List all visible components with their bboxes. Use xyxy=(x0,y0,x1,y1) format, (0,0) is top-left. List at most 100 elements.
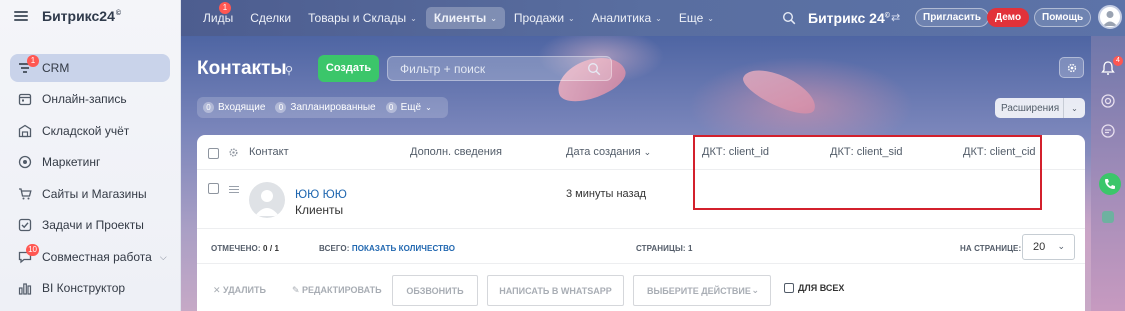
target-icon[interactable] xyxy=(1100,93,1116,109)
nav-item-sales[interactable]: Продажи ⌄ xyxy=(506,7,583,29)
chevron-down-icon: ⌄ xyxy=(410,13,417,23)
sidebar: Битрикс24© 1 CRM Онлайн-запись Складской… xyxy=(0,0,181,311)
gear-icon[interactable] xyxy=(228,147,239,158)
bar-chart-icon xyxy=(18,281,32,295)
per-page-value: 20 xyxy=(1033,241,1046,253)
grid-footer: ОТМЕЧЕНО: 0 / 1 ВСЕГО: ПОКАЗАТЬ КОЛИЧЕСТ… xyxy=(197,230,1085,264)
counters-bar: 0 Входящие 0 Запланированные 0 Ещё ⌄ xyxy=(197,97,448,118)
counter-label: Входящие xyxy=(218,102,266,113)
filter-search-box[interactable] xyxy=(387,56,612,81)
nav-item-label: Сделки xyxy=(250,11,292,25)
header-brand: Битрикс 24© xyxy=(808,10,890,26)
search-icon[interactable] xyxy=(782,11,796,25)
marked-count: ОТМЕЧЕНО: 0 / 1 xyxy=(211,244,280,253)
search-icon[interactable] xyxy=(587,62,601,76)
sync-icon[interactable]: ⇄ xyxy=(891,11,900,24)
for-all-box[interactable] xyxy=(784,283,794,293)
chevron-down-icon: ⌄ xyxy=(707,13,714,23)
nav-item-products[interactable]: Товары и Склады ⌄ xyxy=(300,7,425,29)
menu-burger-icon[interactable] xyxy=(14,11,28,21)
row-checkbox[interactable] xyxy=(208,183,219,194)
checkbox-icon xyxy=(18,218,32,232)
for-all-checkbox[interactable]: ДЛЯ ВСЕХ xyxy=(784,283,844,293)
app-logo[interactable]: Битрикс24© xyxy=(42,8,121,24)
create-button[interactable]: Создать xyxy=(318,55,379,82)
select-all-checkbox[interactable] xyxy=(208,148,219,159)
sidebar-item-crm[interactable]: 1 CRM xyxy=(10,54,170,82)
sidebar-item-booking[interactable]: Онлайн-запись xyxy=(10,85,170,113)
counter-label: Ещё xyxy=(400,102,422,113)
sidebar-item-bi[interactable]: BI Конструктор xyxy=(10,274,170,302)
sidebar-item-label: CRM xyxy=(42,61,70,75)
leads-badge: 1 xyxy=(219,2,231,14)
per-page-select[interactable]: 20 ⌄ xyxy=(1022,234,1075,260)
petal-decoration xyxy=(738,60,822,122)
created-date: 3 минуты назад xyxy=(566,188,647,200)
chevron-down-icon: ⌄ xyxy=(751,285,759,295)
page-title: Контакты xyxy=(197,58,287,79)
choose-action-select[interactable]: ВЫБЕРИТЕ ДЕЙСТВИЕ ⌄ xyxy=(633,275,771,306)
calendar-icon xyxy=(18,92,32,106)
pin-icon[interactable]: ⚲ xyxy=(285,64,293,77)
total-count: ВСЕГО: ПОКАЗАТЬ КОЛИЧЕСТВО xyxy=(319,244,456,253)
contact-name-link[interactable]: ЮЮ ЮЮ xyxy=(295,187,347,201)
invite-button[interactable]: Пригласить xyxy=(915,8,990,27)
filter-search-input[interactable] xyxy=(400,62,580,76)
nav-item-more[interactable]: Еще ⌄ xyxy=(671,7,722,29)
collab-badge: 10 xyxy=(26,244,39,256)
edit-action[interactable]: ✎ РЕДАКТИРОВАТЬ xyxy=(292,285,382,296)
nav-item-leads[interactable]: Лиды 1 xyxy=(195,2,241,29)
warehouse-icon xyxy=(18,124,32,138)
sidebar-item-marketing[interactable]: Маркетинг xyxy=(10,148,170,176)
call-button[interactable]: ОБЗВОНИТЬ xyxy=(392,275,478,306)
demo-button[interactable]: Демо xyxy=(987,8,1030,27)
column-header-details[interactable]: Дополн. сведения xyxy=(410,146,502,158)
chevron-down-icon: ⌄ xyxy=(568,13,575,23)
user-avatar[interactable] xyxy=(1098,5,1122,29)
nav-item-label: Лиды xyxy=(203,11,234,25)
chevron-down-icon: ⌄ xyxy=(490,13,497,23)
help-button[interactable]: Помощь xyxy=(1034,8,1092,27)
chevron-down-icon[interactable]: ⌄ xyxy=(1063,98,1085,118)
counter-planned[interactable]: 0 Запланированные xyxy=(275,102,376,113)
sidebar-item-label: Маркетинг xyxy=(42,155,101,169)
show-count-link[interactable]: ПОКАЗАТЬ КОЛИЧЕСТВО xyxy=(352,244,455,253)
phone-icon xyxy=(1105,179,1115,189)
nav-item-label: Товары и Склады xyxy=(308,11,407,25)
chat-icon[interactable] xyxy=(1100,123,1116,139)
extensions-label: Расширения xyxy=(1001,102,1060,114)
counter-value: 0 xyxy=(385,102,397,113)
target-icon xyxy=(18,155,32,169)
chevron-down-icon[interactable]: ⌵ xyxy=(160,252,167,263)
sidebar-header: Битрикс24© xyxy=(14,8,121,24)
counter-more[interactable]: 0 Ещё ⌄ xyxy=(385,102,432,113)
delete-action[interactable]: ✕ УДАЛИТЬ xyxy=(213,285,266,296)
top-bar: Лиды 1 Сделки Товары и Склады ⌄ Клиенты ⌄ … xyxy=(181,0,1125,36)
sidebar-item-label: Совместная работа xyxy=(42,250,152,264)
top-nav: Лиды 1 Сделки Товары и Склады ⌄ Клиенты ⌄ … xyxy=(195,0,723,36)
extensions-button[interactable]: Расширения ⌄ xyxy=(995,98,1085,118)
nav-item-deals[interactable]: Сделки xyxy=(242,7,299,29)
gear-icon xyxy=(1067,63,1077,73)
whatsapp-button[interactable]: НАПИСАТЬ В WHATSAPP xyxy=(487,275,624,306)
sidebar-item-collab[interactable]: 10 Совместная работа ⌵ xyxy=(10,243,170,271)
sidebar-item-tasks[interactable]: Задачи и Проекты xyxy=(10,211,170,239)
pages-indicator: СТРАНИЦЫ: 1 xyxy=(636,244,693,253)
chevron-down-icon: ⌄ xyxy=(425,103,432,112)
sidebar-item-label: Онлайн-запись xyxy=(42,92,127,106)
nav-item-analytics[interactable]: Аналитика ⌄ xyxy=(584,7,670,29)
contact-center-icon[interactable] xyxy=(1100,209,1116,225)
column-header-contact[interactable]: Контакт xyxy=(249,146,289,158)
sidebar-item-warehouse[interactable]: Складской учёт xyxy=(10,117,170,145)
sidebar-item-sites[interactable]: Сайты и Магазины xyxy=(10,180,170,208)
sidebar-item-label: Складской учёт xyxy=(42,124,130,138)
drag-handle-icon[interactable] xyxy=(229,186,239,193)
sidebar-item-label: Сайты и Магазины xyxy=(42,187,147,201)
nav-item-clients[interactable]: Клиенты ⌄ xyxy=(425,7,505,29)
chevron-down-icon: ⌄ xyxy=(655,13,662,23)
phone-button[interactable] xyxy=(1099,173,1121,195)
counter-incoming[interactable]: 0 Входящие xyxy=(203,102,265,113)
column-header-created[interactable]: Дата создания ⌄ xyxy=(566,146,651,158)
settings-button[interactable] xyxy=(1059,57,1084,78)
nav-item-label: Еще xyxy=(678,11,704,25)
